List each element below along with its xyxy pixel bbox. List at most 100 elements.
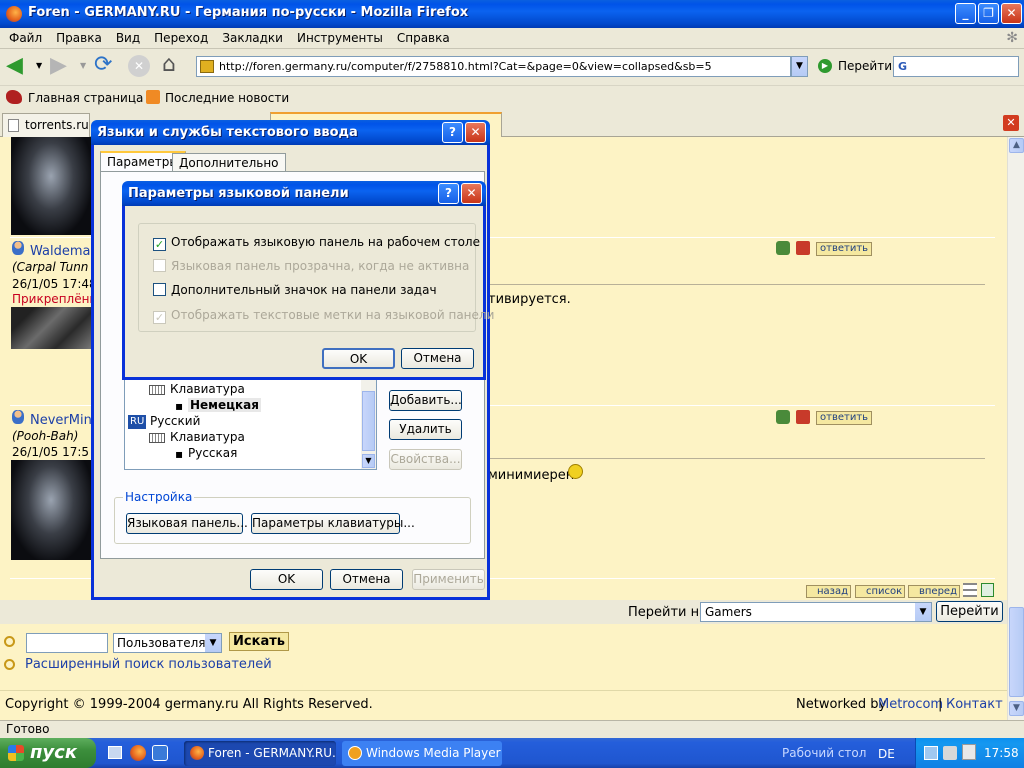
user-search-input[interactable] (26, 633, 108, 653)
dialog1-ok-button[interactable]: OK (250, 569, 323, 590)
option-taskbar-icon[interactable]: Дополнительный значок на панели задач (153, 283, 437, 297)
minimize-button[interactable]: _ (955, 3, 976, 24)
reply-button-2[interactable]: ответить (816, 411, 873, 425)
menu-edit[interactable]: Правка (49, 28, 109, 48)
contact-link[interactable]: Контакт (946, 697, 1003, 712)
tree-view-icon[interactable] (981, 583, 994, 597)
forward-icon[interactable]: ▶ (50, 55, 67, 77)
restore-button[interactable]: ❐ (978, 3, 999, 24)
go-icon[interactable]: ▶ (818, 59, 832, 73)
checkbox-transparent[interactable] (153, 259, 166, 272)
page-scrollbar[interactable]: ▲ ▼ (1007, 137, 1024, 720)
tree-scroll-thumb[interactable] (362, 391, 375, 451)
tree-language-russian[interactable]: Русский (150, 414, 200, 428)
menu-view[interactable]: Вид (109, 28, 147, 48)
remove-button[interactable]: Удалить (389, 419, 462, 440)
langbar-settings-dialog: Параметры языковой панели ? ✕ ✓ Отображат… (122, 181, 494, 380)
print-icon-1[interactable] (796, 241, 810, 255)
services-tree[interactable]: Клавиатура ▪ Немецкая RU Русский Клавиат… (124, 375, 377, 470)
close-tab-icon[interactable]: ✕ (1003, 115, 1019, 131)
menu-help[interactable]: Справка (390, 28, 457, 48)
tray-app-icon[interactable] (962, 744, 976, 760)
firefox-quicklaunch-icon[interactable] (130, 745, 146, 761)
scroll-down-arrow[interactable]: ▼ (1009, 701, 1024, 716)
throbber-icon: ✻ (1006, 30, 1018, 46)
search-type-select[interactable]: Пользователя ▼ (113, 633, 222, 653)
option-text-labels[interactable]: ✓ Отображать текстовые метки на языковой … (153, 308, 494, 324)
checkbox-text-labels[interactable]: ✓ (153, 311, 166, 324)
text-services-titlebar[interactable]: Языки и службы текстового ввода ? ✕ (91, 120, 490, 145)
nav-back-button[interactable]: назад (806, 585, 852, 598)
scroll-thumb[interactable] (1009, 607, 1024, 697)
reload-icon[interactable]: ⟳ (94, 53, 112, 77)
go-button[interactable]: Перейти (838, 59, 892, 73)
checkbox-show-on-desktop[interactable]: ✓ (153, 238, 166, 251)
bookmark-home[interactable]: Главная страница ... (28, 91, 159, 105)
checkbox-taskbar-icon[interactable] (153, 283, 166, 296)
advanced-search-link[interactable]: Расширенный поиск пользователей (25, 657, 272, 672)
back-icon[interactable]: ◀ (6, 55, 23, 77)
search-input[interactable]: G (893, 56, 1019, 77)
desktop-toolbar-label[interactable]: Рабочий стол (782, 746, 866, 760)
post-author-2[interactable]: NeverMind (30, 413, 100, 428)
dialog1-close-button[interactable]: ✕ (465, 122, 486, 143)
add-button[interactable]: Добавить... (389, 390, 462, 411)
dialog1-cancel-button[interactable]: Отмена (330, 569, 403, 590)
mediaplayer-quicklaunch-icon[interactable] (152, 745, 168, 761)
goto-select[interactable]: Gamers ▼ (700, 602, 932, 622)
metrocom-link[interactable]: Metrocom (878, 697, 943, 712)
stop-icon[interactable]: ✕ (128, 55, 150, 77)
dialog2-close-button[interactable]: ✕ (461, 183, 482, 204)
dialog2-ok-button[interactable]: OK (322, 348, 395, 369)
langbar-settings-titlebar[interactable]: Параметры языковой панели ? ✕ (122, 181, 486, 206)
nav-forward-button[interactable]: вперед (908, 585, 960, 598)
tree-scrollbar[interactable]: ▼ (361, 376, 376, 469)
option-show-on-desktop[interactable]: ✓ Отображать языковую панель на рабочем с… (153, 235, 480, 251)
dialog2-help-button[interactable]: ? (438, 183, 459, 204)
network-icon[interactable] (924, 746, 938, 760)
tree-keyboard-2: Клавиатура (170, 430, 245, 444)
search-button[interactable]: Искать (229, 632, 289, 651)
back-dropdown-icon[interactable]: ▼ (36, 61, 42, 70)
menu-file[interactable]: Файл (2, 28, 49, 48)
goto-button[interactable]: Перейти (936, 601, 1003, 622)
print-icon-2[interactable] (796, 410, 810, 424)
menu-tools[interactable]: Инструменты (290, 28, 390, 48)
edit-icon-1[interactable] (776, 241, 790, 255)
scroll-up-arrow[interactable]: ▲ (1009, 138, 1024, 153)
menu-go[interactable]: Переход (147, 28, 215, 48)
window-titlebar[interactable]: Foren - GERMANY.RU - Германия по-русски … (0, 0, 1024, 28)
dialog1-help-button[interactable]: ? (442, 122, 463, 143)
reply-button-1[interactable]: ответить (816, 242, 873, 256)
edit-icon-2[interactable] (776, 410, 790, 424)
tab-advanced[interactable]: Дополнительно (172, 153, 286, 172)
post-snippet-1: тивируется. (488, 292, 571, 307)
language-indicator[interactable]: DE (878, 747, 895, 761)
url-dropdown-button[interactable]: ▼ (791, 56, 808, 77)
tree-layout-german[interactable]: Немецкая (188, 398, 261, 412)
bookmark-news[interactable]: Последние новости (165, 91, 289, 105)
forward-dropdown-icon[interactable]: ▼ (80, 61, 86, 70)
properties-button[interactable]: Свойства... (389, 449, 462, 470)
volume-icon[interactable] (943, 746, 957, 760)
tab-torrents[interactable]: torrents.ru :: (2, 113, 90, 137)
task-firefox[interactable]: Foren - GERMANY.RU... (184, 741, 336, 766)
menu-bookmarks[interactable]: Закладки (215, 28, 290, 48)
nav-list-button[interactable]: список (855, 585, 906, 598)
threaded-view-icon[interactable] (963, 583, 977, 597)
post-author-1[interactable]: Waldemar (30, 244, 96, 259)
tree-layout-russian[interactable]: Русская (188, 446, 237, 460)
langbar-button[interactable]: Языковая панель... (126, 513, 248, 534)
keyboard-settings-button[interactable]: Параметры клавиатуры... (251, 513, 415, 534)
task-mediaplayer[interactable]: Windows Media Player (342, 741, 502, 766)
clock[interactable]: 17:58 (984, 746, 1019, 760)
dialog2-cancel-button[interactable]: Отмена (401, 348, 474, 369)
show-desktop-icon[interactable] (108, 746, 122, 759)
home-icon[interactable]: ⌂ (162, 53, 176, 77)
tree-scroll-down[interactable]: ▼ (362, 454, 375, 468)
option-transparent[interactable]: Языковая панель прозрачна, когда не акти… (153, 259, 469, 273)
url-input[interactable]: http://foren.germany.ru/computer/f/27588… (196, 56, 791, 77)
start-button[interactable]: пуск (0, 738, 96, 768)
dialog1-apply-button[interactable]: Применить (412, 569, 485, 590)
close-button[interactable]: ✕ (1001, 3, 1022, 24)
